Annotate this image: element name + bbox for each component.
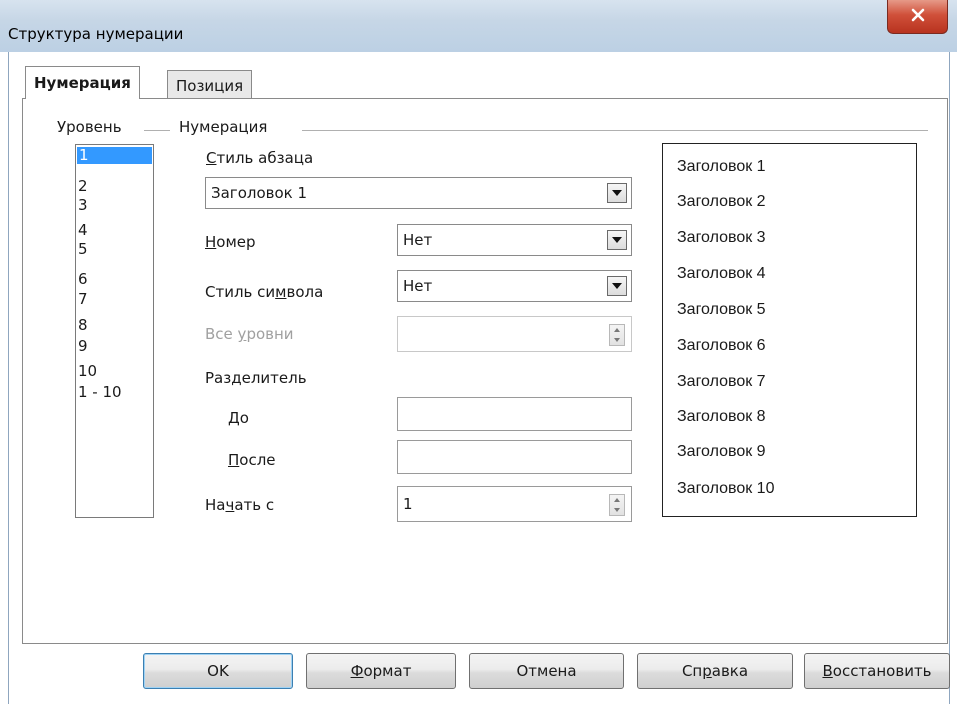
level-list[interactable]: 1 2 3 4 5 6 7 8 9 10 1 - 10 <box>75 144 154 518</box>
help-button[interactable]: Справка <box>637 653 793 689</box>
after-label: После <box>228 451 276 469</box>
spin-arrows-icon <box>609 324 625 346</box>
start-at-value: 1 <box>403 495 413 513</box>
number-select[interactable]: Нет <box>397 224 632 256</box>
close-icon <box>910 8 926 26</box>
tab-position[interactable]: Позиция <box>167 70 253 100</box>
preview-item: Заголовок 3 <box>677 229 766 246</box>
chevron-down-icon[interactable] <box>607 230 627 250</box>
title-bar: Структура нумерации <box>0 0 957 52</box>
cancel-button-label: Отмена <box>516 662 577 680</box>
paragraph-style-value: Заголовок 1 <box>211 184 308 202</box>
format-button[interactable]: Формат <box>306 653 456 689</box>
level-item-5[interactable]: 5 <box>78 241 88 258</box>
numbering-group-label: Нумерация <box>179 118 272 136</box>
ok-button[interactable]: OK <box>143 653 293 689</box>
all-levels-label: Все уровни <box>205 325 294 343</box>
preview-item: Заголовок 2 <box>677 193 766 210</box>
preview-item: Заголовок 1 <box>677 158 766 175</box>
spin-arrows-icon[interactable] <box>609 494 625 516</box>
close-button[interactable] <box>887 0 948 34</box>
all-levels-spinbox <box>397 316 632 352</box>
separator-label: Разделитель <box>205 369 307 387</box>
tab-numbering[interactable]: Нумерация <box>25 66 140 99</box>
ok-button-label: OK <box>207 662 229 680</box>
level-group-label: Уровень <box>57 118 126 136</box>
help-button-label: Справка <box>681 662 749 680</box>
level-item-6[interactable]: 6 <box>78 271 88 288</box>
chevron-down-icon[interactable] <box>607 183 627 203</box>
window-title: Структура нумерации <box>8 25 184 43</box>
level-item-1[interactable]: 1 <box>77 147 152 164</box>
paragraph-style-label: Стиль абзаца <box>206 149 314 167</box>
preview-item: Заголовок 6 <box>677 337 766 354</box>
reset-button[interactable]: Восстановить <box>804 653 950 689</box>
paragraph-style-select[interactable]: Заголовок 1 <box>205 177 632 209</box>
char-style-label: Стиль символа <box>205 283 324 301</box>
char-style-select[interactable]: Нет <box>397 270 632 302</box>
preview-item: Заголовок 4 <box>677 265 766 282</box>
level-group-line <box>144 130 170 131</box>
preview-item: Заголовок 10 <box>677 480 775 497</box>
level-item-1-10[interactable]: 1 - 10 <box>78 384 122 401</box>
level-item-9[interactable]: 9 <box>78 338 88 355</box>
start-at-spinbox[interactable]: 1 <box>397 486 632 522</box>
preview-item: Заголовок 5 <box>677 301 766 318</box>
format-button-label: Формат <box>350 662 412 680</box>
chevron-down-icon[interactable] <box>607 276 627 296</box>
level-item-7[interactable]: 7 <box>78 291 88 308</box>
tab-position-label: Позиция <box>176 76 244 95</box>
reset-button-label: Восстановить <box>822 662 932 680</box>
level-item-4[interactable]: 4 <box>78 222 88 239</box>
number-label: Номер <box>205 233 256 251</box>
cancel-button[interactable]: Отмена <box>469 653 624 689</box>
numbering-preview: Заголовок 1 Заголовок 2 Заголовок 3 Заго… <box>662 143 917 517</box>
after-input[interactable] <box>397 440 632 474</box>
level-item-10[interactable]: 10 <box>78 363 97 380</box>
tab-numbering-label: Нумерация <box>34 74 131 92</box>
preview-item: Заголовок 9 <box>677 443 766 460</box>
numbering-group-line <box>302 130 928 131</box>
start-at-label: Начать с <box>205 496 275 514</box>
preview-item: Заголовок 8 <box>677 408 766 425</box>
before-input[interactable] <box>397 397 632 431</box>
level-item-8[interactable]: 8 <box>78 317 88 334</box>
before-label: До <box>228 409 249 427</box>
char-style-value: Нет <box>403 277 433 295</box>
preview-item: Заголовок 7 <box>677 373 766 390</box>
level-item-3[interactable]: 3 <box>78 197 88 214</box>
number-value: Нет <box>403 231 433 249</box>
level-item-2[interactable]: 2 <box>78 178 88 195</box>
